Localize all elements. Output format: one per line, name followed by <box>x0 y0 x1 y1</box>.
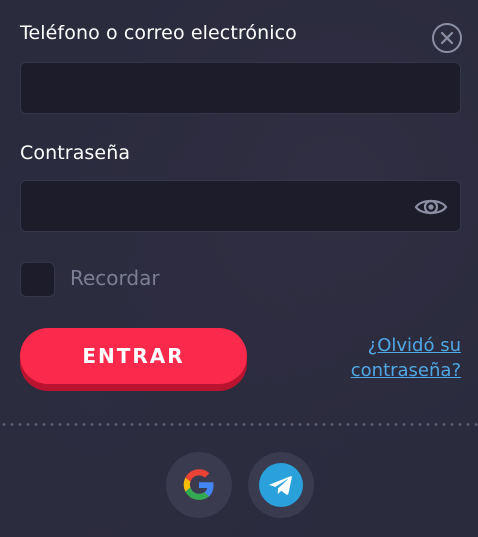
forgot-password-link[interactable]: ¿Olvidó su contraseña? <box>311 333 461 383</box>
close-icon <box>440 31 454 45</box>
telegram-login-button[interactable] <box>248 452 314 518</box>
forgot-password-line2: contraseña? <box>350 360 461 381</box>
close-button[interactable] <box>432 23 462 53</box>
google-icon <box>183 469 214 500</box>
eye-icon <box>414 199 448 215</box>
telegram-icon <box>259 463 303 507</box>
phone-email-input[interactable] <box>20 62 461 114</box>
password-input[interactable] <box>20 180 461 232</box>
password-label: Contraseña <box>20 142 131 164</box>
login-panel: Teléfono o correo electrónico Contraseña… <box>0 0 478 537</box>
phone-email-label: Teléfono o correo electrónico <box>20 22 297 44</box>
remember-label[interactable]: Recordar <box>70 266 160 290</box>
forgot-password-line1: ¿Olvidó su <box>367 335 461 356</box>
show-password-button[interactable] <box>411 193 451 221</box>
remember-checkbox[interactable] <box>20 262 55 297</box>
dotted-divider <box>0 423 478 426</box>
google-login-button[interactable] <box>166 452 232 518</box>
login-submit-button[interactable]: ENTRAR <box>20 328 247 384</box>
